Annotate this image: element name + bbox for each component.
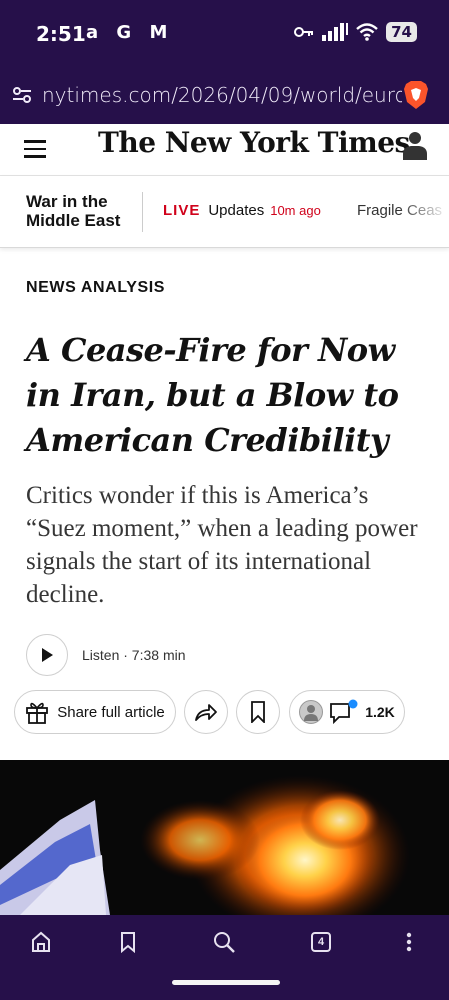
listen-duration[interactable]: Listen · 7:38 min [82, 647, 186, 663]
menu-icon[interactable] [24, 140, 46, 158]
signal-icon [322, 23, 349, 41]
home-icon [32, 931, 50, 952]
url-text[interactable]: nytimes.com/2026/04/09/world/europ [42, 83, 402, 107]
more-menu-button[interactable] [394, 927, 424, 957]
tabs-button[interactable]: 4 [306, 927, 336, 957]
save-button[interactable] [236, 690, 280, 734]
article-headline: A Cease-Fire for Now in Iran, but a Blow… [26, 331, 399, 459]
comments-button[interactable]: 1.2K [289, 690, 405, 734]
commenter-avatar [299, 700, 324, 724]
gift-icon [26, 702, 49, 724]
notification-app-icons: a G M [86, 22, 174, 43]
listen-control: Listen · 7:38 min [26, 634, 186, 676]
live-updates-text: Updates [208, 202, 265, 219]
brave-shield-icon[interactable] [403, 80, 429, 110]
live-label: LIVE [163, 202, 201, 219]
account-icon[interactable] [403, 130, 427, 160]
live-updates-link[interactable]: LIVE Updates 10m ago [163, 202, 321, 219]
search-icon [214, 932, 235, 953]
article-kicker: NEWS ANALYSIS [26, 279, 166, 296]
article-hero-image[interactable] [0, 760, 449, 915]
tab-count-icon: 4 [311, 932, 331, 952]
section-divider [142, 192, 143, 232]
scroll-fade [399, 196, 449, 226]
key-icon [294, 27, 314, 37]
wifi-icon [356, 23, 378, 41]
section-nav: War in the Middle East LIVE Updates 10m … [0, 176, 449, 248]
play-button[interactable] [26, 634, 68, 676]
play-icon [42, 648, 53, 662]
more-vertical-icon [406, 932, 412, 952]
home-button[interactable] [26, 927, 56, 957]
share-full-article-label: Share full article [57, 703, 165, 721]
status-indicators: 74 [294, 22, 417, 42]
comment-count: 1.2K [365, 704, 395, 720]
bookmark-icon [121, 932, 135, 953]
search-button[interactable] [209, 927, 239, 957]
fire-and-flag-image [0, 760, 449, 915]
site-settings-icon[interactable] [12, 86, 32, 104]
section-title[interactable]: War in the Middle East [26, 192, 136, 230]
home-gesture-bar[interactable] [172, 980, 280, 985]
comment-icon [330, 699, 358, 725]
bookmarks-button[interactable] [113, 927, 143, 957]
share-arrow-icon [195, 704, 217, 721]
browser-bottom-toolbar: 4 [0, 915, 449, 1000]
browser-address-bar[interactable]: nytimes.com/2026/04/09/world/europ [0, 68, 449, 124]
live-timestamp: 10m ago [270, 203, 321, 218]
bookmark-icon [251, 701, 265, 723]
status-bar: 2:51 a G M 74 [0, 0, 449, 68]
share-button[interactable] [184, 690, 228, 734]
article-actions: Share full article 1.2K [14, 690, 444, 734]
share-full-article-button[interactable]: Share full article [14, 690, 176, 734]
article-summary: Critics wonder if this is America’s “Sue… [26, 482, 418, 608]
person-silhouette-icon [304, 705, 319, 721]
site-header: The New York Times [0, 124, 449, 176]
nyt-logo[interactable]: The New York Times [98, 126, 410, 159]
battery-icon: 74 [386, 22, 417, 42]
status-time: 2:51 [36, 22, 86, 46]
